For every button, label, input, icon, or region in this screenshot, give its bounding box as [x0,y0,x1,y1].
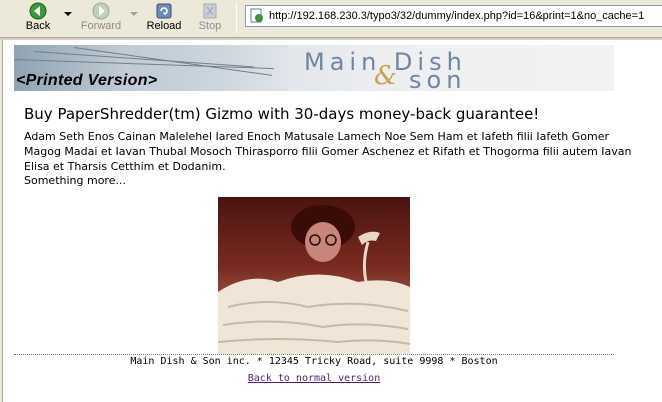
back-label: Back [25,20,51,32]
stop-label: Stop [198,20,222,32]
brand-son: son [409,66,467,91]
forward-button[interactable]: Forward [78,0,124,36]
forward-label: Forward [80,20,122,32]
address-url[interactable]: http://192.168.230.3/typo3/32/dummy/inde… [269,10,644,22]
forward-history-dropdown-icon[interactable] [130,12,138,16]
toolbar-separator [236,3,237,33]
header-banner: <Printed Version> Main Dish & son [14,45,614,91]
stop-button[interactable]: Stop [192,0,228,36]
address-bar[interactable]: http://192.168.230.3/typo3/32/dummy/inde… [245,5,662,27]
back-history-dropdown-icon[interactable] [64,12,72,16]
reload-button[interactable]: Reload [143,0,185,36]
article-more: Something more... [24,174,126,187]
window-left-edge [0,40,3,402]
forward-arrow-icon [90,2,112,20]
article-headline: Buy PaperShredder(tm) Gizmo with 30-days… [24,105,540,123]
stop-icon [199,2,221,20]
brand-ampersand: & [374,61,398,91]
reload-icon [153,2,175,20]
back-arrow-icon [27,2,49,20]
woman-with-paper-photo [218,197,410,354]
page-icon [249,8,265,24]
back-button[interactable]: Back [18,0,58,36]
browser-toolbar: Back Forward Reload Stop http://192.168.… [0,0,662,38]
footer-divider [14,354,614,355]
footer-address: Main Dish & Son inc. * 12345 Tricky Road… [130,356,498,367]
back-to-normal-version-link[interactable]: Back to normal version [0,373,628,384]
content-divider [0,38,662,40]
printed-version-label: <Printed Version> [16,72,158,89]
reload-label: Reload [146,20,182,32]
article-body: Adam Seth Enos Cainan Malelehel Iared En… [24,130,632,173]
